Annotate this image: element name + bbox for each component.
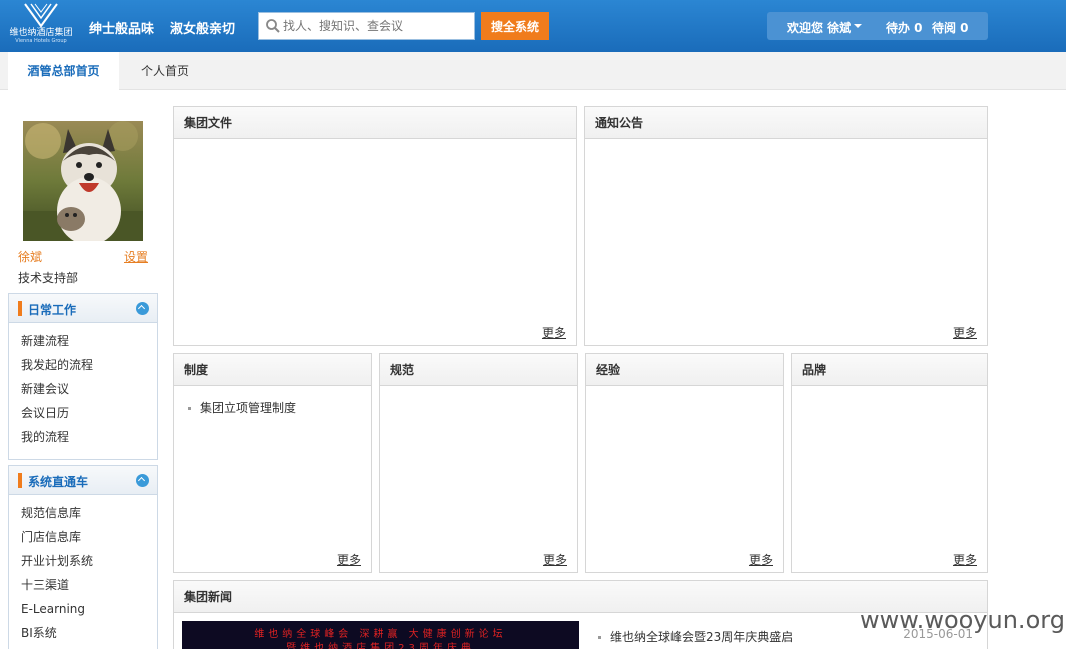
search-box [258,12,475,40]
daily-work-title: 日常工作 [28,303,77,317]
systems-panel: 系统直通车 规范信息库 门店信息库 开业计划系统 十三渠道 E-Learning… [8,465,158,649]
notices-title: 通知公告 [585,107,987,139]
user-box: 欢迎您 徐斌 待办 0 待阅 0 [767,12,988,40]
experience-title: 经验 [586,354,783,386]
tab-hq-home[interactable]: 酒管总部首页 [8,52,119,90]
group-docs-box: 集团文件 更多 [173,106,577,346]
more-link[interactable]: 更多 [953,324,977,341]
caret-down-icon[interactable] [854,24,862,28]
nav-bar: 酒管总部首页 个人首页 [0,52,1066,90]
user-menu[interactable]: 欢迎您 徐斌 [787,19,851,36]
sidebar-item-meeting-calendar[interactable]: 会议日历 [21,401,157,425]
rules-box: 制度 集团立项管理制度 更多 [173,353,372,573]
notices-box: 通知公告 更多 [584,106,988,346]
more-link[interactable]: 更多 [543,551,567,568]
sidebar-item-store-db[interactable]: 门店信息库 [21,525,157,549]
sidebar-item-channels[interactable]: 十三渠道 [21,573,157,597]
company-logo[interactable]: 维也纳酒店集团 Vienna Hotels Group [6,2,76,48]
norms-box: 规范 更多 [379,353,578,573]
top-header: 维也纳酒店集团 Vienna Hotels Group 绅士般品味 淑女般亲切 … [0,0,1066,52]
sidebar-item-my-flows[interactable]: 我的流程 [21,425,157,449]
systems-title: 系统直通车 [28,475,89,489]
slogan-gentleman: 绅士般品味 [89,22,155,37]
news-image-line1: 维也纳全球峰会 深耕赢 大健康创新论坛 [254,629,507,640]
todo-link[interactable]: 待办 0 [886,19,923,36]
sidebar-item-new-meeting[interactable]: 新建会议 [21,377,157,401]
systems-header[interactable]: 系统直通车 [9,466,157,495]
norms-title: 规范 [380,354,577,386]
settings-link[interactable]: 设置 [124,248,148,265]
sidebar-item-bi[interactable]: BI系统 [21,621,157,645]
experience-box: 经验 更多 [585,353,784,573]
brand-title: 品牌 [792,354,987,386]
daily-work-panel: 日常工作 新建流程 我发起的流程 新建会议 会议日历 我的流程 [8,293,158,460]
news-headline[interactable]: 维也纳全球峰会暨23周年庆典盛启 [598,627,793,647]
more-link[interactable]: 更多 [542,324,566,341]
logo-text-cn: 维也纳酒店集团 [9,28,73,38]
profile-name[interactable]: 徐斌 [18,248,42,265]
profile-department: 技术支持部 [18,271,79,285]
tab-personal-home[interactable]: 个人首页 [140,52,190,90]
sidebar-item-my-started-flows[interactable]: 我发起的流程 [21,353,157,377]
sidebar-item-norms-db[interactable]: 规范信息库 [21,501,157,525]
search-input[interactable] [283,16,469,36]
toread-link[interactable]: 待阅 0 [932,19,969,36]
daily-work-header[interactable]: 日常工作 [9,294,157,323]
search-icon [266,19,280,33]
section-marker [18,301,22,316]
watermark: www.wooyun.org [860,606,1065,634]
collapse-icon[interactable] [136,474,149,487]
avatar-dog-image [23,121,143,241]
more-link[interactable]: 更多 [953,551,977,568]
logo-text-en: Vienna Hotels Group [15,38,67,44]
sidebar-item-opening-plan[interactable]: 开业计划系统 [21,549,157,573]
section-marker [18,473,22,488]
group-docs-title: 集团文件 [174,107,576,139]
news-image-line2: 暨维也纳酒店集团23周年庆典 [286,643,475,649]
more-link[interactable]: 更多 [749,551,773,568]
news-image[interactable]: 维也纳全球峰会 深耕赢 大健康创新论坛 暨维也纳酒店集团23周年庆典 [182,621,579,649]
list-item[interactable]: 集团立项管理制度 [188,398,371,418]
search-all-button[interactable]: 搜全系统 [481,12,549,40]
sidebar-item-elearning[interactable]: E-Learning [21,597,157,621]
collapse-icon[interactable] [136,302,149,315]
avatar[interactable] [23,121,143,241]
sidebar-item-new-flow[interactable]: 新建流程 [21,329,157,353]
more-link[interactable]: 更多 [337,551,361,568]
brand-box: 品牌 更多 [791,353,988,573]
logo-v-icon [24,3,58,28]
rules-title: 制度 [174,354,371,386]
slogan-lady: 淑女般亲切 [170,22,236,37]
